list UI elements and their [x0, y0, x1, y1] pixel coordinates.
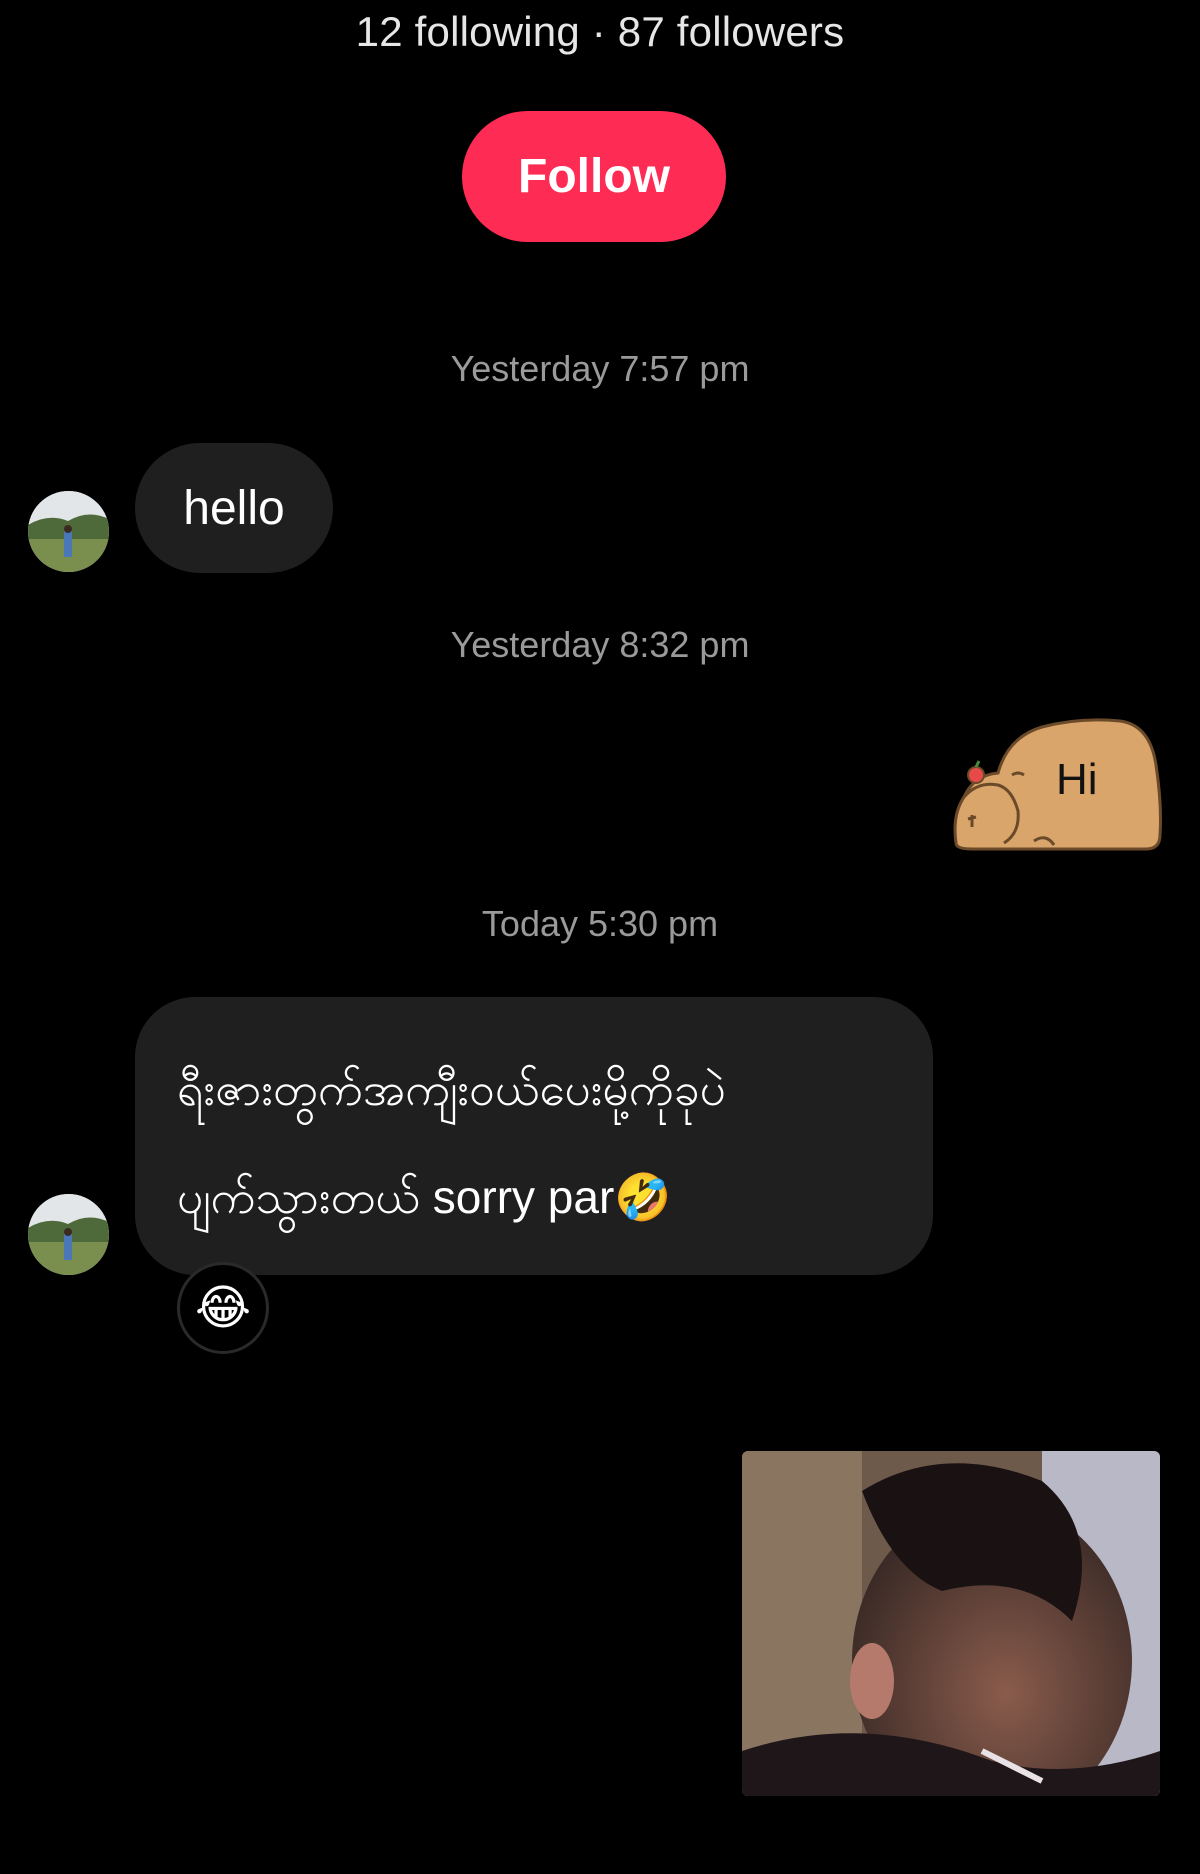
sticker-text: Hi: [1056, 755, 1098, 804]
message-timestamp: Yesterday 8:32 pm: [450, 624, 750, 665]
photo-thumbnail-icon: [742, 1451, 1160, 1796]
follow-button[interactable]: Follow: [462, 111, 726, 242]
message-text-line: ရီးဇားတွက်အကျီးဝယ်ပေးမို့ကိုခုပဲ: [177, 1063, 726, 1115]
message-text-line: ပျက်သွားတယ် sorry par🤣: [177, 1171, 672, 1223]
follow-stats[interactable]: 12 following · 87 followers: [0, 8, 1200, 56]
reaction-emoji[interactable]: 😂: [177, 1262, 269, 1354]
message-timestamp: Yesterday 7:57 pm: [450, 348, 750, 389]
avatar[interactable]: [28, 491, 109, 572]
avatar[interactable]: [28, 1194, 109, 1275]
image-message[interactable]: [742, 1451, 1160, 1796]
message-bubble-incoming[interactable]: hello: [135, 443, 333, 573]
message-bubble-incoming[interactable]: ရီးဇားတွက်အကျီးဝယ်ပေးမို့ကိုခုပဲ ပျက်သွာ…: [135, 997, 933, 1275]
message-timestamp: Today 5:30 pm: [481, 903, 719, 944]
